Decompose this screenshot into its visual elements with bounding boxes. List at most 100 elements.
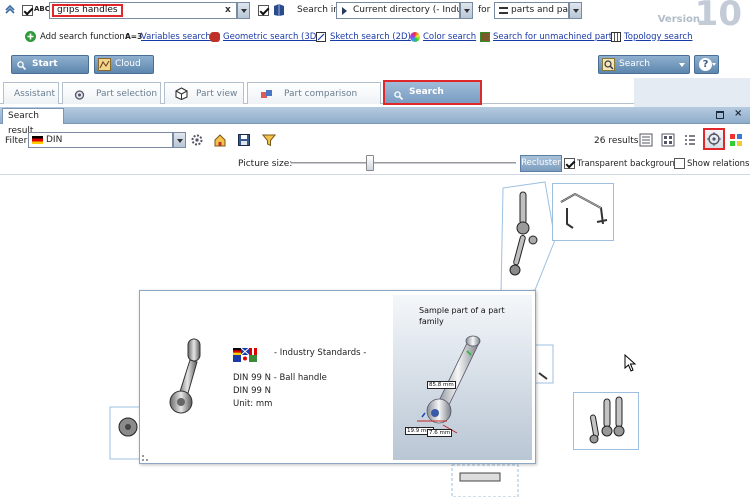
- sketch-search-link[interactable]: Sketch search (2D): [330, 32, 411, 42]
- collapse-icon[interactable]: [5, 4, 15, 14]
- tab-part-selection[interactable]: Part selection: [62, 82, 161, 104]
- transparent-background-checkbox[interactable]: [564, 158, 575, 169]
- results-count: 26 results: [594, 136, 639, 146]
- cloud-map-button[interactable]: Cloud Map: [94, 55, 154, 86]
- tab-assistant[interactable]: Assistant: [3, 82, 59, 104]
- search-in-dropdown[interactable]: [460, 2, 473, 19]
- variables-icon: A=3: [125, 32, 143, 41]
- result-thumbnail-handles[interactable]: [573, 392, 639, 450]
- filter-funnel-icon[interactable]: [261, 133, 277, 147]
- result-thumbnail-small[interactable]: [533, 343, 555, 385]
- search-result-tab[interactable]: Search result: [2, 108, 64, 136]
- search-templates-button[interactable]: Search templates: [598, 55, 690, 86]
- mouse-cursor-icon: [624, 354, 636, 372]
- tab-part-comparison-label: Part comparison: [284, 89, 358, 99]
- standards-flags-icon: [233, 347, 257, 362]
- filter-dropdown[interactable]: [173, 132, 186, 148]
- help-icon: ?: [699, 58, 712, 71]
- book-icon: [272, 3, 286, 17]
- version-badge: Version 10: [658, 0, 742, 34]
- close-icon[interactable]: ×: [734, 108, 742, 119]
- start-search-button[interactable]: Start search: [11, 55, 89, 86]
- for-select[interactable]: parts and part: [494, 2, 569, 19]
- version-label: Version: [657, 14, 700, 25]
- home-folder-icon[interactable]: [213, 133, 227, 147]
- gear-icon: [73, 88, 86, 100]
- search-input[interactable]: grips handles x: [49, 2, 237, 19]
- popup-part-title: DIN 99 N - Ball handle: [233, 373, 327, 383]
- map-icon: [98, 58, 111, 71]
- color-icon: [410, 32, 420, 42]
- tab-part-view-label: Part view: [196, 89, 238, 99]
- large-icons-view-icon[interactable]: [639, 133, 653, 147]
- geometry-checkbox[interactable]: [258, 5, 269, 16]
- unmachined-icon: [480, 32, 490, 42]
- part-info-popup: - Industry Standards - DIN 99 N - Ball h…: [139, 290, 536, 464]
- variables-search-link[interactable]: Variables search: [141, 32, 211, 42]
- abc-label: ABC: [34, 5, 50, 13]
- geometric-icon: [210, 32, 220, 42]
- templates-icon: [602, 58, 615, 71]
- unmachined-search-link[interactable]: Search for unmachined parts: [493, 32, 617, 42]
- search-in-value: Current directory (- Industr: [353, 5, 459, 15]
- for-label: for: [478, 5, 491, 15]
- transparent-background-label: Transparent background: [577, 159, 681, 169]
- result-thumbnail-cluster[interactable]: [495, 180, 560, 300]
- show-relations-label: Show relations: [687, 159, 750, 169]
- compare-icon: [260, 88, 273, 100]
- search-in-label: Search in: [297, 5, 339, 15]
- cluster-view-button[interactable]: [703, 128, 725, 150]
- tab-part-view[interactable]: Part view: [164, 82, 244, 104]
- play-icon: [342, 7, 347, 15]
- german-flag-icon: [32, 136, 43, 144]
- popup-unit: Unit: mm: [233, 399, 273, 409]
- topology-search-link[interactable]: Topology search: [624, 32, 692, 42]
- tab-part-comparison[interactable]: Part comparison: [247, 82, 381, 104]
- color-search-link[interactable]: Color search: [423, 32, 476, 42]
- small-icons-view-icon[interactable]: [661, 133, 675, 147]
- picture-size-label: Picture size:: [238, 159, 293, 169]
- add-search-bar: Add search function: A=3 Variables searc…: [0, 30, 750, 46]
- result-thumbnail-knob[interactable]: [108, 405, 142, 461]
- tab-part-selection-label: Part selection: [96, 89, 158, 99]
- search-bar: ABC grips handles x Search in Current di…: [0, 0, 750, 34]
- for-value: parts and part: [511, 5, 569, 15]
- search-in-select[interactable]: Current directory (- Industr: [336, 2, 460, 19]
- tab-strip-side-panel: [634, 78, 750, 107]
- save-icon[interactable]: [237, 133, 251, 147]
- settings-gear-icon[interactable]: [190, 133, 204, 147]
- list-view-icon[interactable]: [683, 133, 697, 147]
- help-button[interactable]: ?: [694, 55, 719, 74]
- result-thumbnail-bracket[interactable]: [552, 183, 614, 241]
- geometric-search-link[interactable]: Geometric search (3D): [223, 32, 320, 42]
- parts-list-icon: [499, 7, 508, 14]
- recluster-label: Recluster: [521, 158, 561, 168]
- sketch-icon: [316, 32, 326, 42]
- filter-value: DIN: [46, 135, 63, 145]
- topology-icon: [611, 32, 621, 42]
- maximize-icon[interactable]: [716, 111, 724, 119]
- sample-part-preview: Sample part of a part family 85.8 mm 19.…: [393, 295, 532, 460]
- search-results-icon: [394, 88, 404, 101]
- for-dropdown[interactable]: [569, 2, 582, 19]
- dimension-label-1: 85.8 mm: [427, 381, 456, 389]
- chevron-down-icon: [712, 63, 716, 66]
- dimension-label-3: 7.6 mm: [427, 429, 453, 437]
- search-result-panel-header: Search result ×: [0, 107, 750, 136]
- clear-search-button[interactable]: x: [225, 5, 231, 15]
- filter-select[interactable]: DIN: [28, 132, 173, 148]
- show-relations-checkbox[interactable]: [674, 158, 685, 169]
- resize-grip-icon: [142, 455, 148, 461]
- search-history-dropdown[interactable]: [237, 2, 250, 19]
- version-number: 10: [694, 0, 742, 34]
- part-thumbnail: [169, 338, 201, 414]
- result-thumbnail-bottom[interactable]: [450, 463, 520, 497]
- search-query: grips handles: [52, 4, 123, 17]
- recluster-button[interactable]: Recluster: [520, 155, 562, 172]
- picture-size-slider-thumb[interactable]: [366, 155, 374, 171]
- color-grid-view-icon[interactable]: [729, 133, 743, 147]
- tab-search-results[interactable]: Search results: [383, 80, 482, 118]
- popup-part-standard: DIN 99 N: [233, 386, 271, 396]
- picture-size-slider[interactable]: [291, 162, 516, 164]
- fulltext-checkbox[interactable]: [22, 5, 33, 16]
